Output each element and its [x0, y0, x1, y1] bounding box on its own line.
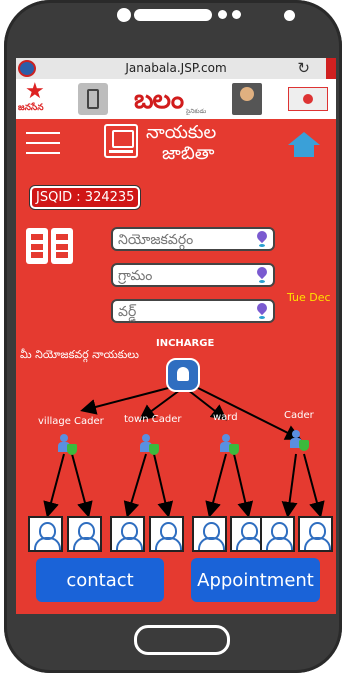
member-avatar[interactable]: [149, 516, 184, 552]
book-page-left: [26, 228, 48, 264]
cader-icon[interactable]: [290, 430, 310, 452]
earpiece-speaker: [134, 9, 212, 21]
book-page-right: [51, 228, 73, 264]
member-avatar[interactable]: [110, 516, 145, 552]
member-avatar[interactable]: [298, 516, 333, 552]
sensor-dot: [218, 10, 227, 19]
ward-field[interactable]: [111, 299, 275, 323]
menu-button[interactable]: [26, 128, 60, 156]
constituency-field[interactable]: [111, 227, 275, 251]
shield-icon: [67, 444, 77, 455]
page-title-line1: నాయకుల: [146, 122, 217, 143]
page-title: నాయకుల జాబితా: [146, 122, 296, 164]
ward-icon[interactable]: [220, 434, 240, 456]
janasena-logo: ★ జనసేన: [18, 79, 56, 117]
incharge-node[interactable]: [166, 358, 200, 392]
contact-button[interactable]: contact: [36, 558, 164, 602]
banner-title-text: బలం: [134, 85, 184, 115]
village-input[interactable]: [116, 266, 250, 286]
town-cader-icon[interactable]: [140, 434, 160, 456]
browser-edge-strip: [326, 58, 336, 79]
member-avatar[interactable]: [28, 516, 63, 552]
level-label-cader: Cader: [284, 410, 314, 421]
incharge-label: INCHARGE: [156, 338, 215, 349]
ward-input[interactable]: [116, 302, 250, 322]
leader-photo: [232, 83, 262, 115]
home-base: [294, 145, 314, 157]
app-screen: Janabala.JSP.com ↻ ★ జనసేన బలం సైనికుడు …: [16, 58, 336, 614]
page-title-line2: జాబితా: [162, 143, 215, 164]
member-avatar[interactable]: [260, 516, 295, 552]
menu-bar: [26, 142, 60, 144]
glass-icon: [78, 83, 108, 115]
url-text[interactable]: Janabala.JSP.com: [16, 61, 336, 75]
member-avatar[interactable]: [192, 516, 227, 552]
front-camera: [117, 8, 131, 22]
location-pin-icon: [255, 303, 269, 320]
jsqid-badge: JSQID : 324235: [30, 186, 141, 209]
menu-bar: [26, 132, 60, 134]
party-flag: [288, 87, 328, 111]
home-roof: [288, 132, 320, 145]
banner-title-sub: సైనికుడు: [186, 108, 207, 115]
level-label-ward: ward: [213, 412, 238, 423]
sensor-dot: [232, 10, 241, 19]
shield-icon: [299, 440, 309, 451]
leaders-label: మీ నియోజకవర్గ నాయకులు: [20, 348, 139, 361]
level-label-village: village Cader: [38, 416, 104, 427]
app-banner: ★ జనసేన బలం సైనికుడు: [16, 79, 336, 119]
village-cader-icon[interactable]: [58, 434, 78, 456]
proximity-sensor: [284, 10, 295, 21]
incharge-person-icon: [166, 358, 200, 392]
logo-text: జనసేన: [18, 103, 44, 113]
reload-icon[interactable]: ↻: [297, 59, 310, 77]
leaders-list-icon: [104, 124, 138, 158]
member-avatar[interactable]: [67, 516, 102, 552]
home-icon[interactable]: [288, 132, 320, 158]
shield-icon: [229, 444, 239, 455]
banner-title: బలం సైనికుడు: [124, 81, 230, 117]
appointment-button[interactable]: Appointment: [191, 558, 320, 602]
constituency-input[interactable]: [116, 230, 250, 250]
location-pin-icon: [255, 267, 269, 284]
date-text: Tue Dec: [287, 291, 331, 304]
menu-bar: [26, 152, 60, 154]
phone-home-button: [134, 625, 230, 655]
level-label-town: town Cader: [124, 414, 182, 425]
village-field[interactable]: [111, 263, 275, 287]
browser-url-bar[interactable]: Janabala.JSP.com ↻: [16, 58, 336, 80]
star-icon: ★: [25, 79, 45, 104]
location-pin-icon: [255, 231, 269, 248]
book-icon: [24, 224, 76, 268]
shield-icon: [149, 444, 159, 455]
